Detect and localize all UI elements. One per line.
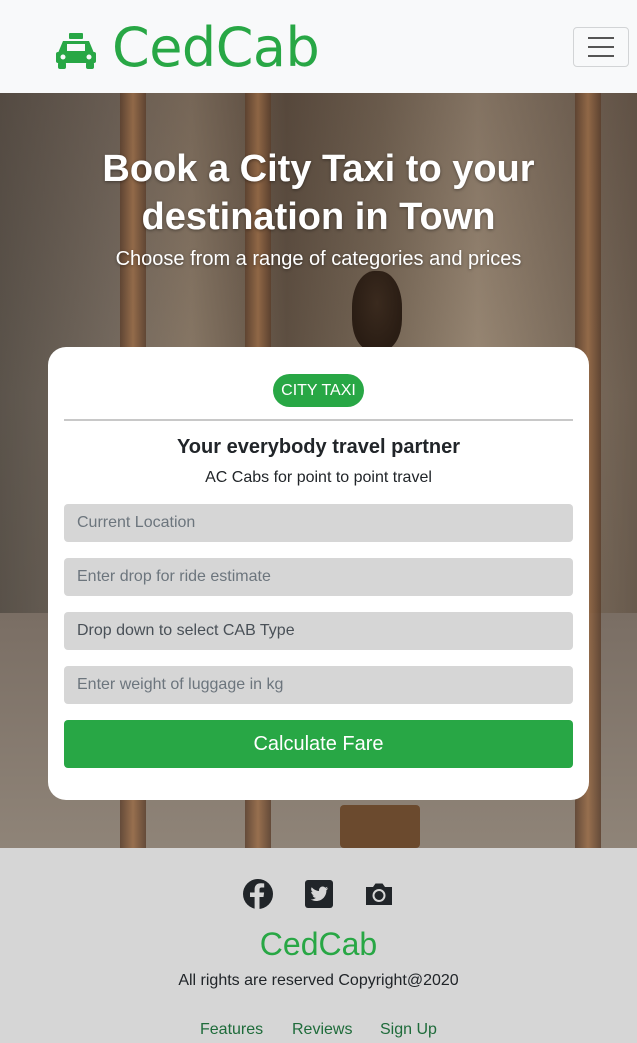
hamburger-menu-icon — [588, 37, 614, 39]
pickup-location-input[interactable] — [64, 504, 573, 542]
luggage-weight-input[interactable] — [64, 666, 573, 704]
facebook-icon[interactable] — [242, 878, 274, 910]
footer-copyright: All rights are reserved Copyright@2020 — [178, 972, 459, 989]
twitter-icon[interactable] — [303, 878, 335, 910]
navbar: CedCab — [0, 0, 637, 93]
cab-type-select[interactable]: Drop down to select CAB Type — [64, 612, 573, 650]
background-person — [352, 271, 402, 351]
taxi-icon — [56, 33, 96, 69]
brand-link[interactable]: CedCab — [54, 16, 320, 79]
category-pill[interactable]: CITY TAXI — [273, 374, 364, 407]
drop-location-input[interactable] — [64, 558, 573, 596]
card-heading: Your everybody travel partner — [176, 436, 461, 458]
background-bag — [340, 805, 420, 848]
card-divider — [64, 419, 573, 421]
camera-icon[interactable] — [363, 878, 395, 910]
calculate-fare-button[interactable]: Calculate Fare — [64, 720, 573, 768]
footer-link-reviews[interactable]: Reviews — [292, 1021, 352, 1039]
footer-link-features[interactable]: Features — [200, 1021, 263, 1039]
footer-brand: CedCab — [259, 926, 378, 962]
hero-subtitle: Choose from a range of categories and pr… — [115, 248, 522, 270]
hamburger-menu-button[interactable] — [573, 27, 629, 67]
brand-name: CedCab — [112, 16, 320, 79]
footer-link-sign-up[interactable]: Sign Up — [380, 1021, 437, 1039]
hero-title: Book a City Taxi to your destination in … — [102, 148, 535, 238]
card-tagline: AC Cabs for point to point travel — [205, 469, 432, 486]
